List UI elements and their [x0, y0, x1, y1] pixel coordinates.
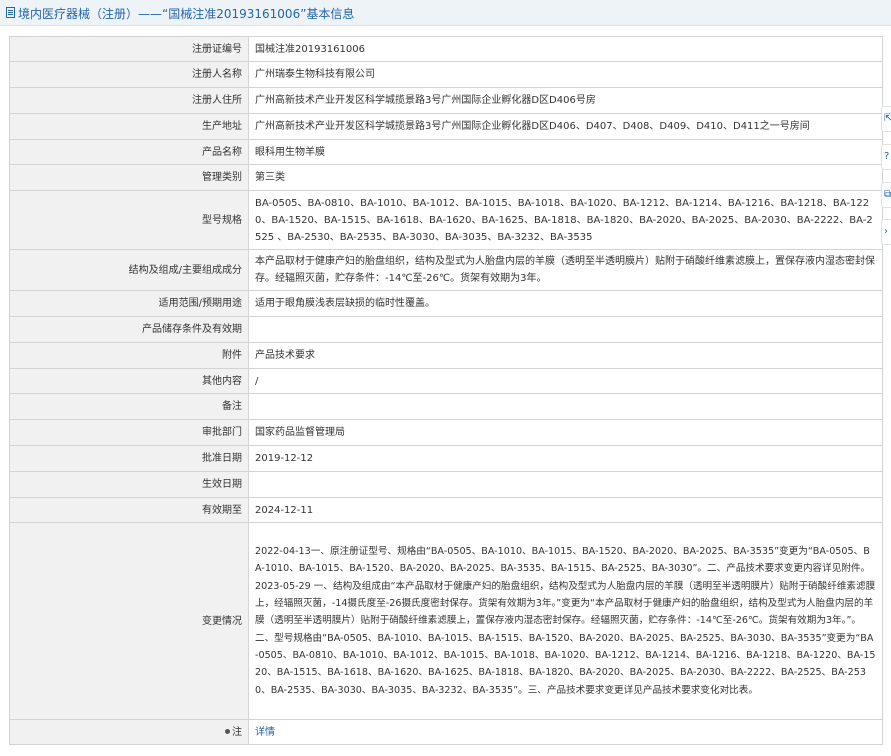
row-label: 注册证编号: [9, 36, 249, 62]
note-value-cell: 详情: [248, 719, 883, 745]
table-row: 备注: [9, 393, 883, 420]
table-row: 注册证编号 国械注准20193161006: [9, 36, 883, 62]
table-row: 审批部门 国家药品监督管理局: [9, 419, 883, 446]
document-icon: [6, 7, 15, 18]
row-value: 2019-12-12: [248, 445, 883, 472]
row-label: 审批部门: [9, 419, 249, 446]
table-row: 型号规格 BA-0505、BA-0810、BA-1010、BA-1012、BA-…: [9, 190, 883, 250]
row-value: 国械注准20193161006: [248, 36, 883, 62]
table-row: 生效日期: [9, 471, 883, 498]
row-value: 本产品取材于健康产妇的胎盘组织，结构及型式为人胎盘内层的羊膜（透明至半透明膜片）…: [248, 249, 883, 291]
row-value: 适用于眼角膜浅表层缺损的临时性覆盖。: [248, 290, 883, 317]
table-row: 管理类别 第三类: [9, 164, 883, 191]
row-label: 批准日期: [9, 445, 249, 472]
row-label: 附件: [9, 342, 249, 369]
row-value: 眼科用生物羊膜: [248, 139, 883, 165]
table-row: 附件 产品技术要求: [9, 342, 883, 369]
row-value: 第三类: [248, 164, 883, 191]
row-label: 变更情况: [9, 522, 249, 720]
row-value: 广州高新技术产业开发区科学城揽景路3号广州国际企业孵化器D区D406、D407、…: [248, 113, 883, 140]
row-label: 产品储存条件及有效期: [9, 316, 249, 343]
row-label: 注册人住所: [9, 87, 249, 114]
row-label: 管理类别: [9, 164, 249, 191]
share-icon: ⇱: [884, 114, 891, 124]
row-label: 其他内容: [9, 368, 249, 394]
table-row: 结构及组成/主要组成成分 本产品取材于健康产妇的胎盘组织，结构及型式为人胎盘内层…: [9, 249, 883, 291]
row-label: 产品名称: [9, 139, 249, 165]
table-row: 有效期至 2024-12-11: [9, 497, 883, 523]
row-value: 广州高新技术产业开发区科学城揽景路3号广州国际企业孵化器D区D406号房: [248, 87, 883, 114]
row-value: BA-0505、BA-0810、BA-1010、BA-1012、BA-1015、…: [248, 190, 883, 250]
copy-icon: ⧉: [884, 189, 891, 200]
row-label: 有效期至: [9, 497, 249, 523]
table-row: 适用范围/预期用途 适用于眼角膜浅表层缺损的临时性覆盖。: [9, 290, 883, 317]
row-label: 适用范围/预期用途: [9, 290, 249, 317]
page-header: 境内医疗器械（注册）——“国械注准20193161006”基本信息: [0, 0, 891, 26]
note-label: 注: [232, 726, 242, 738]
side-expand-button[interactable]: ›: [881, 219, 891, 245]
info-table: 注册证编号 国械注准20193161006 注册人名称 广州瑞泰生物科技有限公司…: [9, 36, 883, 745]
table-row: 产品名称 眼科用生物羊膜: [9, 139, 883, 165]
details-link[interactable]: 详情: [255, 727, 275, 738]
row-value: 国家药品监督管理局: [248, 419, 883, 446]
table-row: 批准日期 2019-12-12: [9, 445, 883, 472]
row-value: [248, 393, 883, 420]
row-label: 生效日期: [9, 471, 249, 498]
table-row: 产品储存条件及有效期: [9, 316, 883, 343]
row-label: 结构及组成/主要组成成分: [9, 249, 249, 291]
row-label: 备注: [9, 393, 249, 420]
change-history-value: 2022-04-13一、原注册证型号、规格由“BA-0505、BA-1010、B…: [248, 522, 883, 720]
table-row: 注册人住所 广州高新技术产业开发区科学城揽景路3号广州国际企业孵化器D区D406…: [9, 87, 883, 114]
row-value: 广州瑞泰生物科技有限公司: [248, 61, 883, 88]
row-value: 产品技术要求: [248, 342, 883, 369]
note-label-cell: 注: [9, 719, 249, 745]
table-row: 变更情况 2022-04-13一、原注册证型号、规格由“BA-0505、BA-1…: [9, 522, 883, 720]
row-value: 2024-12-11: [248, 497, 883, 523]
bullet-icon: [225, 729, 230, 734]
side-copy-button[interactable]: ⧉: [881, 182, 891, 208]
side-help-button[interactable]: ?: [881, 144, 891, 170]
chevron-right-icon: ›: [884, 226, 888, 237]
table-row: 生产地址 广州高新技术产业开发区科学城揽景路3号广州国际企业孵化器D区D406、…: [9, 113, 883, 140]
row-label: 注册人名称: [9, 61, 249, 88]
side-share-button[interactable]: ⇱: [881, 106, 891, 132]
note-row: 注 详情: [9, 719, 883, 745]
row-label: 型号规格: [9, 190, 249, 250]
table-row: 注册人名称 广州瑞泰生物科技有限公司: [9, 61, 883, 88]
help-icon: ?: [884, 151, 890, 162]
row-value: [248, 316, 883, 343]
row-value: /: [248, 368, 883, 394]
row-value: [248, 471, 883, 498]
row-label: 生产地址: [9, 113, 249, 140]
table-row: 其他内容 /: [9, 368, 883, 394]
page-title: 境内医疗器械（注册）——“国械注准20193161006”基本信息: [18, 7, 355, 21]
